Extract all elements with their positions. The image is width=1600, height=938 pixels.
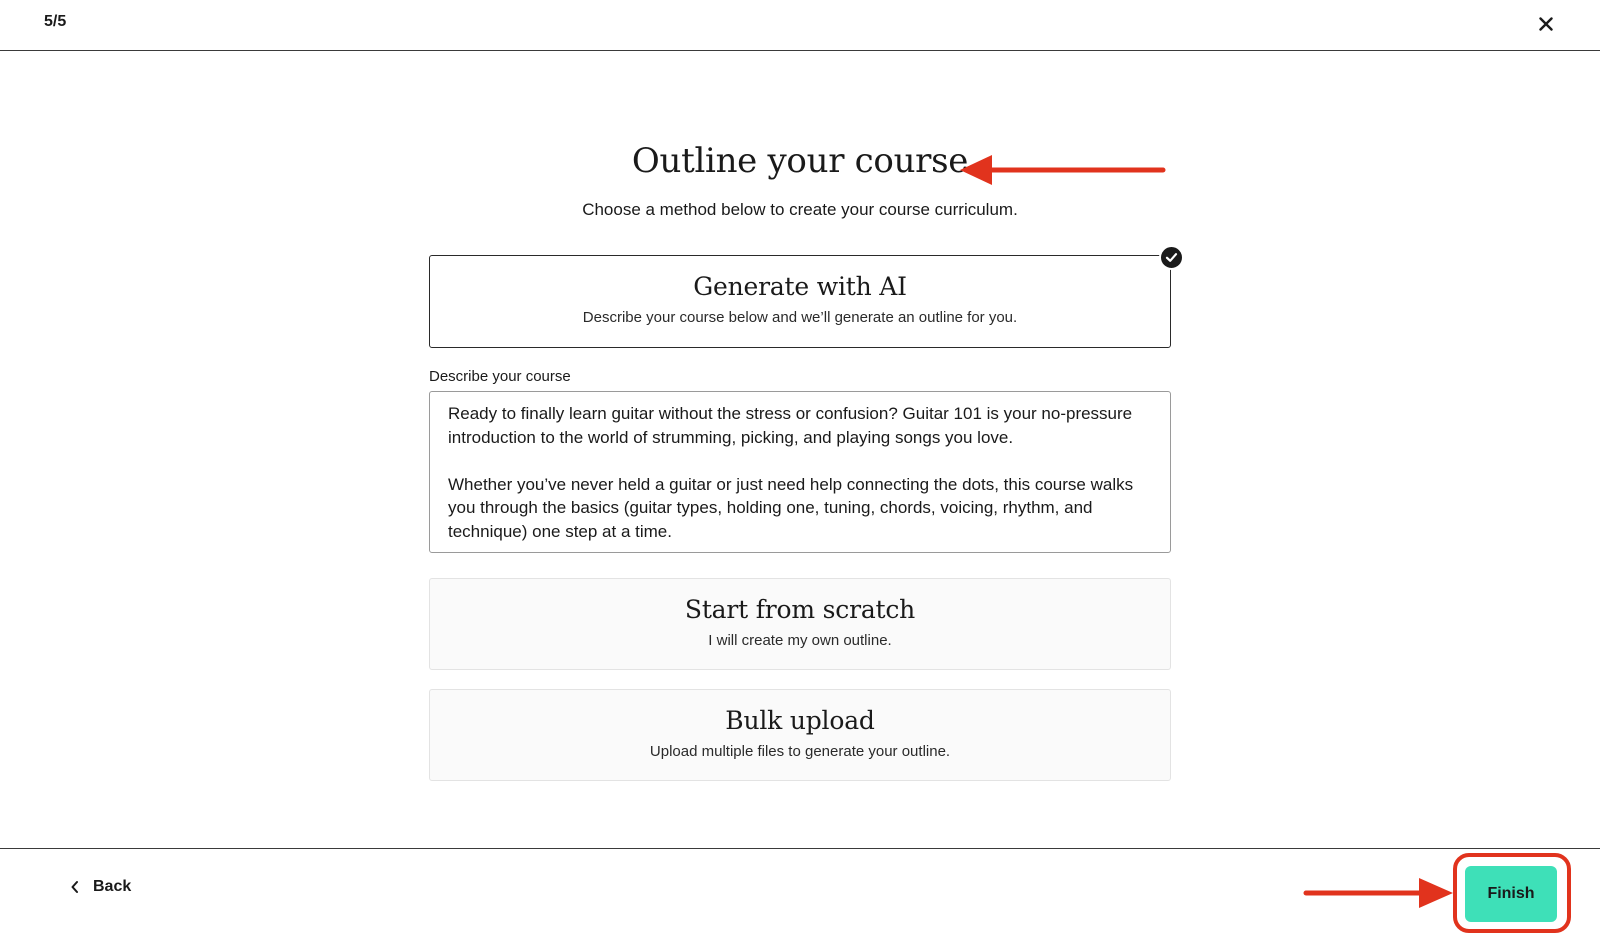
option-bulk-upload[interactable]: Bulk upload Upload multiple files to gen… xyxy=(429,689,1171,781)
annotation-arrow-title xyxy=(960,155,1166,185)
option-title: Bulk upload xyxy=(725,706,875,735)
option-description: Describe your course below and we’ll gen… xyxy=(582,309,1018,326)
back-label: Back xyxy=(93,878,132,895)
describe-course-textarea[interactable]: Ready to finally learn guitar without th… xyxy=(429,391,1171,553)
back-button[interactable]: Back xyxy=(70,878,131,896)
check-icon xyxy=(1165,253,1178,262)
option-title: Start from scratch xyxy=(684,595,916,624)
page-title: Outline your course xyxy=(631,141,969,181)
option-description: I will create my own outline. xyxy=(708,632,892,649)
step-indicator: 5/5 xyxy=(44,13,67,30)
option-generate-with-ai[interactable]: Generate with AI Describe your course be… xyxy=(429,245,1184,348)
chevron-left-icon xyxy=(71,881,78,893)
close-icon xyxy=(1539,17,1553,31)
finish-button[interactable]: Finish xyxy=(1465,866,1557,922)
annotation-arrow-finish xyxy=(1303,878,1453,908)
close-button[interactable] xyxy=(1532,10,1560,38)
option-start-from-scratch[interactable]: Start from scratch I will create my own … xyxy=(429,578,1171,670)
top-bar: 5/5 xyxy=(0,0,1600,51)
page-subtitle: Choose a method below to create your cou… xyxy=(582,200,1018,219)
bottom-bar: Back Finish xyxy=(0,848,1600,938)
option-description: Upload multiple files to generate your o… xyxy=(649,743,951,760)
describe-course-label: Describe your course xyxy=(429,368,571,385)
option-title: Generate with AI xyxy=(693,272,907,301)
selected-badge xyxy=(1159,245,1184,270)
